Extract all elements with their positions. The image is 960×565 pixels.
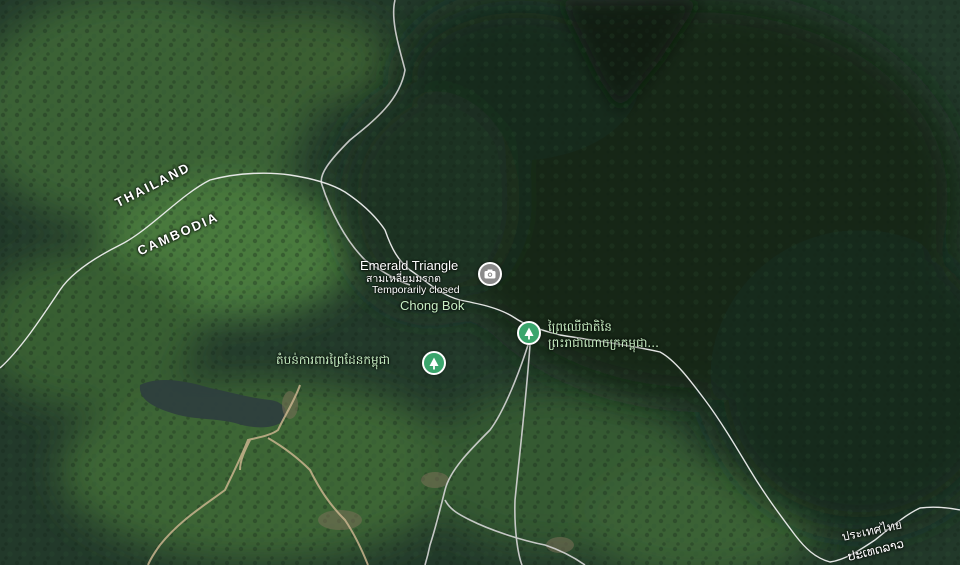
tree-icon	[429, 357, 439, 369]
khmer-forest-1-pin[interactable]	[517, 321, 541, 345]
emerald-triangle-status: Temporarily closed	[372, 284, 460, 296]
tree-icon	[524, 327, 534, 339]
satellite-imagery	[0, 0, 960, 565]
satellite-map[interactable]: THAILAND CAMBODIA ประเทศไทย ປະເທດລາວ Eme…	[0, 0, 960, 565]
emerald-triangle-pin[interactable]	[478, 262, 502, 286]
khmer-forest-2-label[interactable]: តំបន់ការពារព្រៃដែនកម្ពុជា	[276, 352, 390, 370]
camera-icon	[484, 269, 496, 279]
chong-bok-label[interactable]: Chong Bok	[400, 298, 464, 313]
khmer-forest-1-label[interactable]: ព្រៃឈើជាតិនៃព្រះរាជាណាចក្រកម្ពុជា...	[548, 319, 664, 351]
khmer-forest-2-pin[interactable]	[422, 351, 446, 375]
emerald-triangle-name[interactable]: Emerald Triangle	[360, 258, 458, 273]
